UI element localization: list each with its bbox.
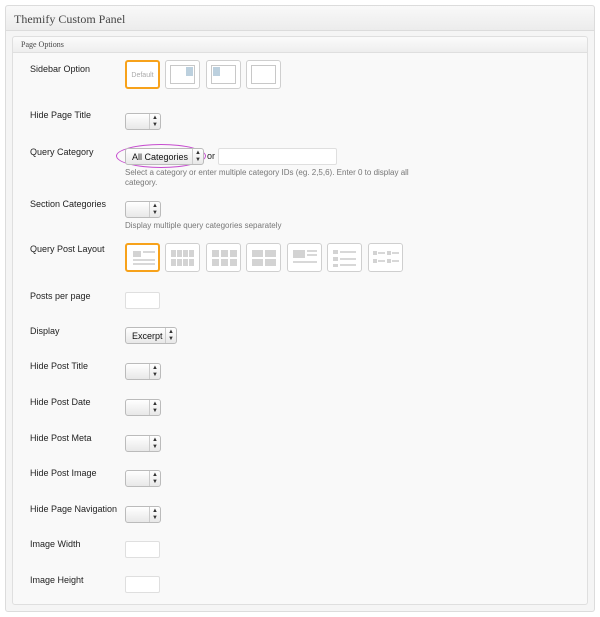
hide-post-meta-select[interactable]: ▲ ▼ [125,435,161,452]
custom-panel: Themify Custom Panel Page Options Sideba… [5,5,595,612]
post-layout-grid4[interactable] [165,243,200,272]
hide-post-date-select[interactable]: ▲ ▼ [125,399,161,416]
post-layout-grid3[interactable] [206,243,241,272]
post-layout-list-thumb[interactable] [327,243,362,272]
panel-title: Themify Custom Panel [6,6,594,31]
up-down-arrows-icon: ▲ ▼ [165,328,176,343]
hide-post-title-label: Hide Post Title [30,361,89,371]
up-down-arrows-icon: ▲ ▼ [149,471,160,486]
sidebar-option-label: Sidebar Option [30,64,91,74]
sidebar-option-default[interactable]: Default [125,60,160,89]
sidebar-option-left[interactable] [206,60,241,89]
posts-per-page-label: Posts per page [30,291,91,301]
up-down-arrows-icon: ▲ ▼ [149,400,160,415]
sidebar-default-text: Default [131,72,154,79]
hide-post-image-select[interactable]: ▲ ▼ [125,470,161,487]
section-categories-select[interactable]: ▲ ▼ [125,201,161,218]
hide-page-title-label: Hide Page Title [30,110,92,120]
image-width-input[interactable] [125,541,160,558]
full-width-layout-icon [251,65,276,84]
hide-post-date-label: Hide Post Date [30,397,91,407]
hide-page-navigation-label: Hide Page Navigation [30,504,118,514]
sidebar-option-right[interactable] [165,60,200,89]
section-title: Page Options [13,37,587,53]
section-categories-label: Section Categories [30,199,107,209]
query-category-select[interactable]: All Categories ▲ ▼ [125,148,204,165]
image-height-label: Image Height [30,575,84,585]
up-down-arrows-icon: ▲ ▼ [149,202,160,217]
sidebar-left-layout-icon [211,65,236,84]
up-down-arrows-icon: ▲ ▼ [192,149,203,164]
up-down-arrows-icon: ▲ ▼ [149,364,160,379]
post-layout-grid2[interactable] [246,243,281,272]
image-width-label: Image Width [30,539,81,549]
category-ids-input[interactable] [218,148,337,165]
up-down-arrows-icon: ▲ ▼ [149,436,160,451]
hide-page-title-select[interactable]: ▲ ▼ [125,113,161,130]
post-layout-large-image[interactable] [287,243,322,272]
hide-post-meta-label: Hide Post Meta [30,433,92,443]
section-categories-help: Display multiple query categories separa… [125,221,282,230]
up-down-arrows-icon: ▲ ▼ [149,114,160,129]
hide-post-title-select[interactable]: ▲ ▼ [125,363,161,380]
image-height-input[interactable] [125,576,160,593]
sidebar-right-layout-icon [170,65,195,84]
display-select[interactable]: Excerpt ▲ ▼ [125,327,177,344]
posts-per-page-input[interactable] [125,292,160,309]
query-category-label: Query Category [30,147,94,157]
query-category-help: Select a category or enter multiple cate… [125,168,409,187]
or-text: or [207,151,216,161]
display-label: Display [30,326,60,336]
query-post-layout-label: Query Post Layout [30,244,105,254]
sidebar-option-full[interactable] [246,60,281,89]
up-down-arrows-icon: ▲ ▼ [149,507,160,522]
post-layout-grid2-thumb[interactable] [368,243,403,272]
hide-page-navigation-select[interactable]: ▲ ▼ [125,506,161,523]
page-options-section: Page Options Sidebar Option Default Hide… [12,36,588,605]
post-layout-list-post[interactable] [125,243,160,272]
hide-post-image-label: Hide Post Image [30,468,97,478]
